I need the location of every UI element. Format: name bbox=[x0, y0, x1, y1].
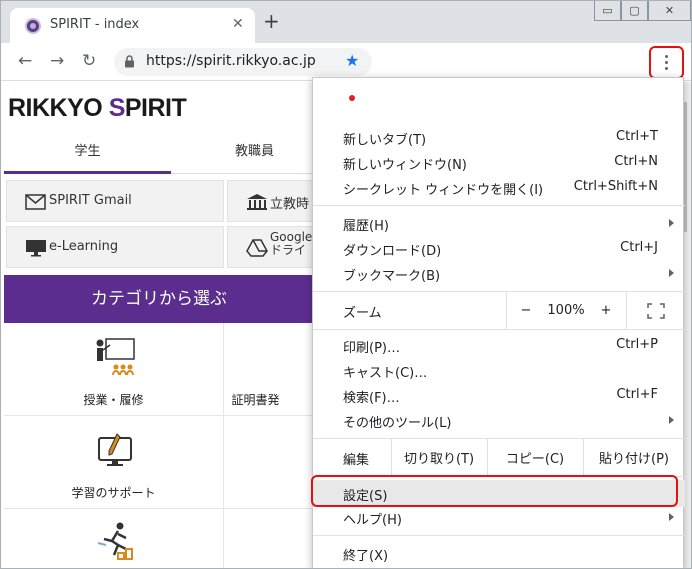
category-certificates[interactable]: 証明書発 bbox=[224, 323, 324, 416]
zoom-label: ズーム bbox=[343, 306, 382, 321]
lock-icon bbox=[125, 55, 134, 68]
url-text: https://spirit.rikkyo.ac.jp bbox=[146, 53, 316, 69]
cut-button[interactable]: 切り取り(T) bbox=[391, 439, 487, 476]
browser-toolbar: ← → ↻ https://spirit.rikkyo.ac.jp ★ bbox=[1, 43, 691, 81]
submenu-arrow-icon bbox=[669, 219, 674, 227]
address-bar[interactable]: https://spirit.rikkyo.ac.jp ★ bbox=[114, 48, 372, 76]
quick-link-elearning[interactable]: e-Learning bbox=[6, 226, 224, 268]
back-button[interactable]: ← bbox=[18, 51, 32, 71]
monitor-icon bbox=[26, 240, 46, 257]
menu-item-find[interactable]: 検索(F)… Ctrl+F bbox=[313, 383, 685, 408]
minimize-icon: ▭ bbox=[602, 4, 613, 17]
category-learning-support[interactable]: 学習のサポート bbox=[4, 416, 224, 509]
submenu-arrow-icon bbox=[669, 269, 674, 277]
edit-label: 編集 bbox=[343, 453, 370, 468]
category-cell-empty bbox=[224, 416, 324, 509]
close-window-button[interactable]: ✕ bbox=[648, 1, 691, 21]
close-icon: ✕ bbox=[664, 4, 675, 17]
menu-item-help[interactable]: ヘルプ(H) bbox=[313, 505, 685, 530]
zoom-out-button[interactable]: − bbox=[506, 292, 546, 329]
fullscreen-button[interactable] bbox=[626, 292, 685, 329]
browser-window: SPIRIT - index ✕ + ▭ ▢ ✕ ← → ↻ https://s… bbox=[0, 0, 692, 569]
category-activities[interactable] bbox=[4, 509, 224, 568]
copy-button[interactable]: コピー(C) bbox=[487, 439, 583, 476]
tab-close-icon[interactable]: ✕ bbox=[232, 16, 244, 32]
running-icon bbox=[97, 522, 133, 560]
category-band: カテゴリから選ぶ bbox=[4, 275, 314, 323]
menu-item-incognito[interactable]: シークレット ウィンドウを開く(I) Ctrl+Shift+N bbox=[313, 175, 685, 200]
role-tabs: 学生 教職員 bbox=[4, 134, 324, 174]
menu-item-new-window[interactable]: 新しいウィンドウ(N) Ctrl+N bbox=[313, 150, 685, 175]
menu-separator bbox=[313, 205, 685, 206]
menu-item-cast[interactable]: キャスト(C)… bbox=[313, 358, 685, 383]
quick-link-calendar[interactable]: 立教時 bbox=[227, 180, 317, 222]
bookmark-star-icon[interactable]: ★ bbox=[345, 51, 359, 70]
menu-item-downloads[interactable]: ダウンロード(D) Ctrl+J bbox=[313, 236, 685, 261]
menu-separator bbox=[313, 329, 685, 330]
quick-link-gmail[interactable]: SPIRIT Gmail bbox=[6, 180, 224, 222]
tab-strip: SPIRIT - index ✕ + ▭ ▢ ✕ bbox=[1, 1, 691, 43]
menu-item-exit[interactable]: 終了(X) bbox=[313, 541, 685, 566]
paste-button[interactable]: 貼り付け(P) bbox=[583, 439, 685, 476]
building-icon bbox=[247, 194, 267, 210]
minimize-button[interactable]: ▭ bbox=[594, 1, 621, 21]
mail-icon bbox=[25, 194, 46, 210]
menu-zoom-row: ズーム − 100% + bbox=[313, 292, 685, 329]
menu-edit-row: 編集 切り取り(T) コピー(C) 貼り付け(P) bbox=[313, 439, 685, 476]
menu-item-more-tools[interactable]: その他のツール(L) bbox=[313, 408, 685, 433]
support-monitor-icon bbox=[98, 433, 132, 466]
maximize-button[interactable]: ▢ bbox=[621, 1, 648, 21]
quick-link-google-drive[interactable]: Google ドライ bbox=[227, 226, 317, 268]
tab-spirit-index[interactable]: SPIRIT - index ✕ bbox=[10, 8, 255, 43]
site-logo[interactable]: RIKKYO SPIRIT bbox=[8, 94, 187, 123]
category-classes[interactable]: 授業・履修 bbox=[4, 323, 224, 416]
favicon-icon bbox=[25, 18, 41, 34]
window-controls: ▭ ▢ ✕ bbox=[594, 1, 691, 21]
menu-item-history[interactable]: 履歴(H) bbox=[313, 211, 685, 236]
submenu-arrow-icon bbox=[669, 513, 674, 521]
highlight-menu-button bbox=[649, 46, 684, 79]
reload-button[interactable]: ↻ bbox=[82, 51, 96, 71]
tab-title: SPIRIT - index bbox=[50, 17, 140, 32]
zoom-in-button[interactable]: + bbox=[586, 292, 626, 329]
highlight-settings-item bbox=[311, 475, 678, 507]
submenu-arrow-icon bbox=[669, 416, 674, 424]
lecture-icon bbox=[96, 338, 135, 376]
menu-item-print[interactable]: 印刷(P)… Ctrl+P bbox=[313, 333, 685, 358]
new-tab-button[interactable]: + bbox=[263, 11, 280, 31]
menu-item-bookmarks[interactable]: ブックマーク(B) bbox=[313, 261, 685, 286]
fullscreen-icon bbox=[646, 302, 665, 319]
zoom-level: 100% bbox=[547, 303, 585, 318]
recording-dot-icon bbox=[349, 95, 355, 101]
forward-button[interactable]: → bbox=[50, 51, 64, 71]
tab-student[interactable]: 学生 bbox=[4, 134, 171, 174]
drive-icon bbox=[246, 239, 268, 257]
menu-separator bbox=[313, 535, 685, 536]
maximize-icon: ▢ bbox=[629, 4, 640, 17]
menu-item-new-tab[interactable]: 新しいタブ(T) Ctrl+T bbox=[313, 125, 685, 150]
